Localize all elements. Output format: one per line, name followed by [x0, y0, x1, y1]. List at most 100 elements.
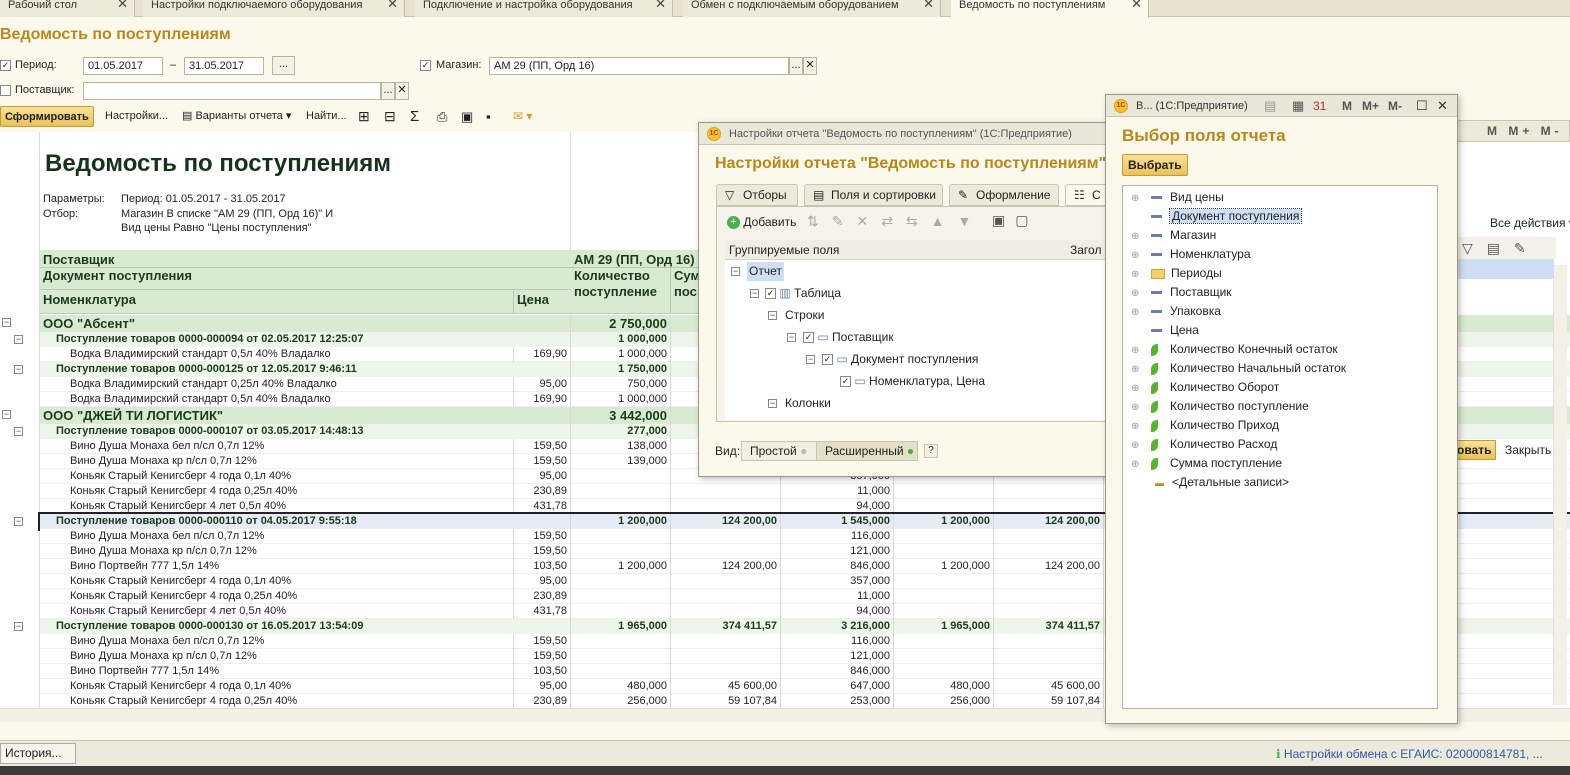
bg-close-button[interactable]: Закрыть: [1505, 443, 1551, 457]
tab-desktop[interactable]: Рабочий стол ✕: [0, 0, 135, 17]
field-item[interactable]: ⊕ Количество поступление: [1131, 397, 1309, 416]
preview-icon[interactable]: ▣: [461, 106, 473, 127]
field-item[interactable]: ⊕ Количество Конечный остаток: [1131, 340, 1338, 359]
collapse-icon[interactable]: −: [768, 311, 777, 320]
field-item[interactable]: ⊕ Количество Начальный остаток: [1131, 359, 1346, 378]
store-checkbox[interactable]: ✓: [420, 59, 431, 71]
tab-equipment-exchange[interactable]: Обмен с подключаемым оборудованием ✕: [683, 0, 941, 17]
tab-appearance[interactable]: ✎ Оформление: [949, 184, 1059, 206]
vertical-scrollbar[interactable]: [1553, 265, 1567, 705]
field-item[interactable]: Документ поступления: [1131, 207, 1303, 226]
close-icon[interactable]: ✕: [117, 0, 128, 10]
collapse-icon[interactable]: −: [14, 517, 23, 526]
store-select-button[interactable]: ...: [789, 57, 803, 75]
field-item[interactable]: ⊕ Количество Оборот: [1131, 378, 1279, 397]
memory-plus-button[interactable]: M+: [1362, 95, 1379, 116]
memory-minus-button[interactable]: M-: [1388, 95, 1402, 116]
collapse-icon[interactable]: −: [787, 333, 796, 342]
expand-icon[interactable]: ⊕: [1131, 246, 1143, 265]
field-item[interactable]: ▬ <Детальные записи>: [1131, 473, 1289, 492]
settings-button[interactable]: Настройки...: [105, 106, 168, 127]
structure-tree[interactable]: Отчет − ✓ ▥ Таблица − Строки − ✓ ▭ Поста…: [725, 260, 1109, 420]
field-item[interactable]: ⊕ Количество Приход: [1131, 416, 1279, 435]
tab-receipts-report[interactable]: Ведомость по поступлениям ✕: [951, 0, 1149, 18]
period-select-button[interactable]: ...: [272, 56, 295, 75]
supplier-select-button[interactable]: ...: [381, 82, 395, 100]
field-item[interactable]: Цена: [1131, 321, 1199, 340]
calendar-icon[interactable]: 31: [1313, 95, 1326, 116]
mail-icon[interactable]: ✉ ▾: [513, 106, 532, 127]
memory-button[interactable]: M: [1342, 95, 1352, 116]
bg-all-actions[interactable]: Все действия ▾: [1490, 216, 1570, 230]
history-button[interactable]: История...: [0, 743, 76, 764]
tab-equipment-connect[interactable]: Подключение и настройка оборудования ✕: [415, 0, 673, 17]
store-field[interactable]: АМ 29 (ПП, Орд 16): [489, 57, 789, 75]
tree-node-rows[interactable]: Строки: [785, 306, 824, 325]
supplier-checkbox[interactable]: [0, 84, 11, 96]
tab-filters[interactable]: ▽ Отборы: [716, 184, 798, 206]
print-icon[interactable]: ⎙: [437, 106, 447, 127]
field-item[interactable]: ⊕ Количество Расход: [1131, 435, 1277, 454]
collapse-icon[interactable]: −: [14, 365, 23, 374]
collapse-icon[interactable]: −: [14, 335, 23, 344]
collapse-icon[interactable]: −: [768, 399, 777, 408]
collapse-icon[interactable]: −: [750, 289, 759, 298]
expand-icon[interactable]: ⊕: [1131, 398, 1143, 417]
supplier-clear-button[interactable]: ✕: [395, 82, 409, 100]
collapse-icon[interactable]: −: [806, 355, 815, 364]
bg-select-button[interactable]: овать: [1456, 440, 1496, 460]
store-clear-button[interactable]: ✕: [803, 57, 817, 75]
field-item[interactable]: ⊕ Упаковка: [1131, 302, 1221, 321]
field-item[interactable]: ⊕ Поставщик: [1131, 283, 1232, 302]
tree-node-columns[interactable]: Колонки: [785, 394, 831, 413]
expand-icon[interactable]: ⊕: [1131, 455, 1143, 474]
expand-icon[interactable]: ⊕: [1131, 436, 1143, 455]
expand-icon[interactable]: ⊞: [358, 106, 370, 127]
expand-icon[interactable]: ⊕: [1131, 341, 1143, 360]
close-icon[interactable]: ✕: [387, 0, 398, 10]
field-item[interactable]: ⊕ Сумма поступление: [1131, 454, 1282, 473]
expand-icon[interactable]: ⊕: [1131, 360, 1143, 379]
report-variants-button[interactable]: ▤ Варианты отчета ▾: [182, 106, 291, 127]
save-icon[interactable]: ▪: [486, 106, 491, 127]
supplier-field[interactable]: [83, 82, 381, 100]
expand-icon[interactable]: ⊕: [1131, 265, 1143, 284]
expand-icon[interactable]: ⊕: [1131, 379, 1143, 398]
select-button[interactable]: Выбрать: [1122, 154, 1188, 176]
collapse-icon[interactable]: −: [731, 267, 740, 276]
field-item[interactable]: ⊕ Номенклатура: [1131, 245, 1251, 264]
tab-fields-sorting[interactable]: ▤ Поля и сортировки: [804, 184, 943, 206]
close-icon[interactable]: ✕: [1131, 0, 1142, 10]
field-item[interactable]: ⊕ Магазин: [1131, 226, 1216, 245]
help-button[interactable]: ?: [924, 444, 938, 458]
find-button[interactable]: Найти...: [306, 106, 347, 127]
close-icon[interactable]: ✕: [1437, 95, 1448, 116]
calculator-icon[interactable]: ▦: [1292, 95, 1304, 116]
close-icon[interactable]: ✕: [655, 0, 666, 10]
tab-equipment-settings[interactable]: Настройки подключаемого оборудования ✕: [143, 0, 405, 17]
field-list[interactable]: ⊕ Вид цены Документ поступления ⊕ Магазин ⊕ Но…: [1122, 185, 1438, 709]
view-extended-button[interactable]: Расширенный ●: [816, 441, 918, 461]
expand-icon[interactable]: ⊕: [1131, 227, 1143, 246]
collapse-icon[interactable]: −: [14, 427, 23, 436]
date-to-field[interactable]: 31.05.2017: [184, 57, 264, 75]
tree-node-table[interactable]: ✓ ▥ Таблица: [765, 284, 841, 303]
tree-node-report[interactable]: Отчет: [747, 262, 784, 281]
expand-icon[interactable]: ⊕: [1131, 189, 1143, 208]
doc-icon[interactable]: ▤: [1264, 95, 1276, 116]
collapse-icon[interactable]: −: [2, 318, 11, 327]
tree-node-supplier[interactable]: ✓ ▭ Поставщик: [803, 328, 894, 347]
period-checkbox[interactable]: ✓: [0, 59, 11, 71]
expand-icon[interactable]: ⊕: [1131, 303, 1143, 322]
close-icon[interactable]: ✕: [923, 0, 934, 10]
add-button[interactable]: + Добавить: [727, 215, 796, 230]
field-item[interactable]: ⊕ Вид цены: [1131, 188, 1224, 207]
field-item[interactable]: ⊕ Периоды: [1131, 264, 1222, 283]
collapse-icon[interactable]: −: [14, 622, 23, 631]
tab-structure[interactable]: ☷ С: [1065, 184, 1109, 206]
view-simple-button[interactable]: Простой ●: [741, 441, 817, 461]
tree-node-document[interactable]: ✓ ▭ Документ поступления: [822, 350, 978, 369]
generate-button[interactable]: Сформировать: [0, 106, 94, 127]
tree-node-item-price[interactable]: ✓ ▭ Номенклатура, Цена: [840, 372, 985, 391]
maximize-icon[interactable]: ☐: [1416, 95, 1428, 116]
